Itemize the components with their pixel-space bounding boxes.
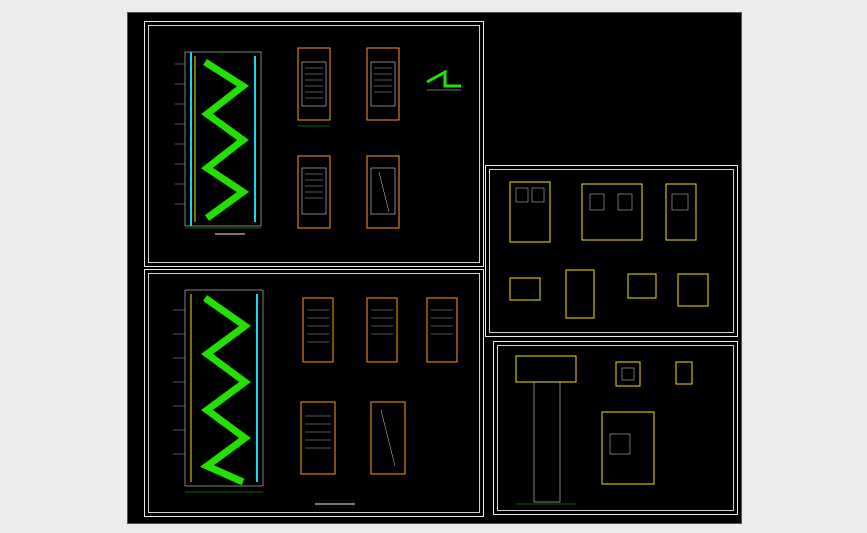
sheet-1-drawings — [175, 47, 461, 235]
sheet-4-drawings — [515, 355, 693, 505]
shaft-detail-drawing — [675, 361, 693, 385]
stair-plan-drawing-2 — [366, 47, 400, 121]
sheet-2-drawings — [173, 289, 458, 505]
toilet-plan-drawing-2 — [581, 183, 643, 241]
stair-plan-drawing-9 — [370, 401, 406, 475]
stair-plan-drawing-7 — [426, 297, 458, 363]
toilet-detail-drawing-3 — [627, 273, 657, 299]
stair-plan-drawing-5 — [302, 297, 334, 363]
sheet-2[interactable] — [144, 269, 484, 517]
stair-section-drawing-1 — [175, 51, 262, 235]
shaft-plan-drawing-2 — [601, 411, 655, 485]
toilet-plan-drawing-3 — [665, 183, 697, 241]
sheet-3-drawings — [509, 181, 709, 319]
drawing-canvas[interactable] — [127, 12, 742, 524]
stair-plan-drawing-8 — [300, 401, 336, 475]
stair-plan-drawing-4 — [366, 155, 400, 229]
cad-viewer — [0, 0, 867, 533]
stair-plan-drawing-1 — [297, 47, 331, 127]
toilet-detail-drawing-4 — [677, 273, 709, 307]
toilet-detail-drawing-1 — [509, 277, 541, 301]
sheet-1[interactable] — [144, 21, 484, 267]
stair-detail-drawing-1 — [426, 69, 461, 91]
shaft-plan-drawing-1 — [615, 361, 641, 387]
sheet-3[interactable] — [485, 165, 738, 337]
shaft-section-drawing — [515, 355, 577, 505]
toilet-detail-drawing-2 — [565, 269, 595, 319]
stair-plan-drawing-6 — [366, 297, 398, 363]
stair-plan-drawing-3 — [297, 155, 331, 229]
sheet-4[interactable] — [493, 341, 738, 515]
toilet-plan-drawing-1 — [509, 181, 551, 243]
stair-section-drawing-2 — [173, 289, 264, 493]
